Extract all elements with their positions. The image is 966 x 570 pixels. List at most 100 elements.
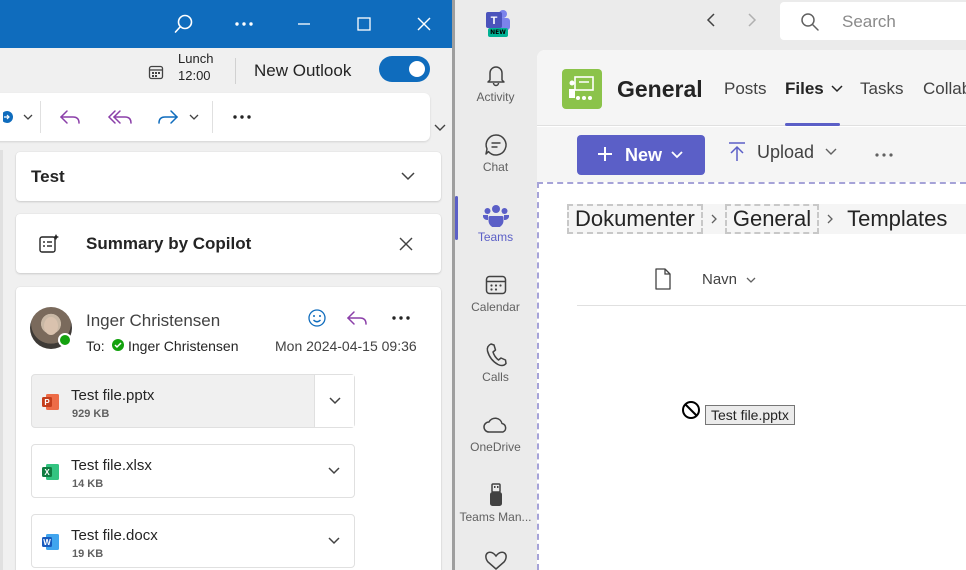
powerpoint-file-icon: P: [41, 392, 61, 412]
minimize-button[interactable]: [274, 0, 334, 48]
search-button[interactable]: [154, 0, 214, 48]
reply-message-button[interactable]: [344, 306, 370, 330]
tab-collab[interactable]: Collab: [923, 79, 966, 99]
attachment-xlsx[interactable]: X Test file.xlsx 14 KB: [31, 444, 355, 498]
phone-icon: [455, 340, 536, 370]
teams-app-rail: T NEW Activity Chat Teams Calendar Calls: [455, 0, 536, 570]
upcoming-event[interactable]: Lunch 12:00: [178, 50, 213, 84]
tab-files[interactable]: Files: [785, 79, 844, 99]
message-action-ribbon: [0, 93, 430, 141]
tab-posts[interactable]: Posts: [724, 79, 767, 99]
rail-item-teams-manager[interactable]: Teams Man...: [455, 480, 536, 550]
outlook-title-bar: [0, 0, 452, 48]
chevron-down-icon: [746, 277, 756, 283]
new-outlook-label: New Outlook: [254, 61, 352, 80]
rail-label: Calls: [482, 370, 509, 384]
chevron-down-icon: [328, 537, 340, 545]
more-dots-icon: [875, 153, 893, 157]
message-date: Mon 2024-04-15 09:36: [275, 338, 417, 354]
more-dots-icon: [233, 115, 251, 119]
attachment-docx[interactable]: W Test file.docx 19 KB: [31, 514, 355, 568]
to-label: To:: [86, 338, 105, 354]
attachment-options-button[interactable]: [314, 375, 354, 427]
close-copilot-button[interactable]: [394, 232, 418, 256]
new-outlook-toggle[interactable]: [379, 56, 430, 82]
event-title: Lunch: [178, 51, 214, 66]
minimize-icon: [298, 23, 310, 25]
active-tab-indicator: [785, 123, 840, 126]
new-button[interactable]: New: [577, 135, 705, 175]
file-drop-zone[interactable]: Dokumenter General Templates Navn: [537, 182, 966, 570]
message-subject: Test: [31, 167, 65, 186]
recipient-name[interactable]: Inger Christensen: [128, 338, 239, 354]
reply-all-icon: [107, 110, 132, 124]
attachment-name: Test file.xlsx: [71, 457, 152, 474]
more-apps-icon[interactable]: [482, 550, 510, 570]
teams-logo: T NEW: [482, 6, 512, 37]
tab-tasks[interactable]: Tasks: [860, 79, 903, 99]
rail-item-calls[interactable]: Calls: [455, 340, 536, 410]
svg-text:T: T: [491, 15, 498, 27]
upload-button[interactable]: Upload: [727, 141, 838, 163]
more-actions-button[interactable]: [228, 105, 256, 129]
svg-text:X: X: [44, 468, 50, 477]
rail-item-chat[interactable]: Chat: [455, 130, 536, 200]
chevron-right-icon: [827, 214, 834, 224]
rail-item-onedrive[interactable]: OneDrive: [455, 410, 536, 480]
forward-icon: [158, 110, 199, 124]
search-placeholder: Search: [842, 12, 896, 31]
rail-item-teams[interactable]: Teams: [455, 200, 536, 270]
upload-icon: [729, 142, 745, 161]
expand-ribbon-button[interactable]: [430, 118, 450, 138]
collapse-thread-button[interactable]: [396, 164, 420, 188]
files-toolbar: New Upload: [537, 127, 966, 183]
attachment-size: 19 KB: [72, 548, 104, 560]
teams-content: General Posts Files Tasks Collab New Upl…: [537, 50, 966, 570]
rail-label: Calendar: [471, 300, 520, 314]
bell-icon: [455, 60, 536, 90]
chevron-down-icon: [328, 397, 341, 405]
breadcrumb-item-dokumenter[interactable]: Dokumenter: [567, 204, 703, 234]
copilot-summary-title[interactable]: Summary by Copilot: [86, 234, 251, 254]
maximize-icon: [357, 17, 371, 31]
divider: [40, 101, 41, 133]
reply-all-button[interactable]: [105, 105, 135, 129]
close-window-button[interactable]: [394, 0, 452, 48]
rail-item-calendar[interactable]: Calendar: [455, 270, 536, 340]
rail-item-activity[interactable]: Activity: [455, 60, 536, 130]
reply-button[interactable]: [55, 105, 85, 129]
more-options-button[interactable]: [214, 0, 274, 48]
channel-team-icon: [562, 69, 602, 109]
divider: [212, 101, 213, 133]
chevron-down-icon: [401, 172, 415, 181]
plus-icon: [597, 146, 613, 162]
copilot-summary-icon: [38, 233, 60, 255]
toolbar-more-button[interactable]: [871, 143, 897, 167]
teams-icon: [455, 200, 536, 230]
search-icon: [800, 12, 820, 32]
chevron-down-icon: [831, 85, 843, 93]
divider: [235, 58, 236, 84]
forward-button[interactable]: [155, 105, 205, 129]
react-button[interactable]: [304, 306, 330, 330]
emoji-icon: [308, 309, 326, 327]
forward-nav-button[interactable]: [738, 6, 766, 34]
rail-label: OneDrive: [470, 440, 521, 454]
column-header-name[interactable]: Navn: [702, 271, 757, 288]
attachment-options-button[interactable]: [314, 515, 354, 567]
move-button[interactable]: [0, 107, 36, 127]
back-button[interactable]: [697, 6, 725, 34]
maximize-button[interactable]: [334, 0, 394, 48]
attachment-size: 929 KB: [72, 408, 110, 420]
attachment-options-button[interactable]: [314, 445, 354, 497]
attachment-pptx[interactable]: P Test file.pptx 929 KB: [31, 374, 355, 428]
recipient-presence-icon: [112, 339, 124, 351]
search-input[interactable]: Search: [780, 2, 966, 40]
chevron-down-icon: [23, 114, 33, 120]
sender-name[interactable]: Inger Christensen: [86, 311, 220, 331]
breadcrumb-item-general[interactable]: General: [724, 204, 820, 234]
upload-label: Upload: [757, 141, 815, 162]
no-drop-cursor-icon: [681, 400, 701, 420]
more-dots-icon: [235, 22, 253, 26]
message-more-button[interactable]: [388, 306, 414, 330]
